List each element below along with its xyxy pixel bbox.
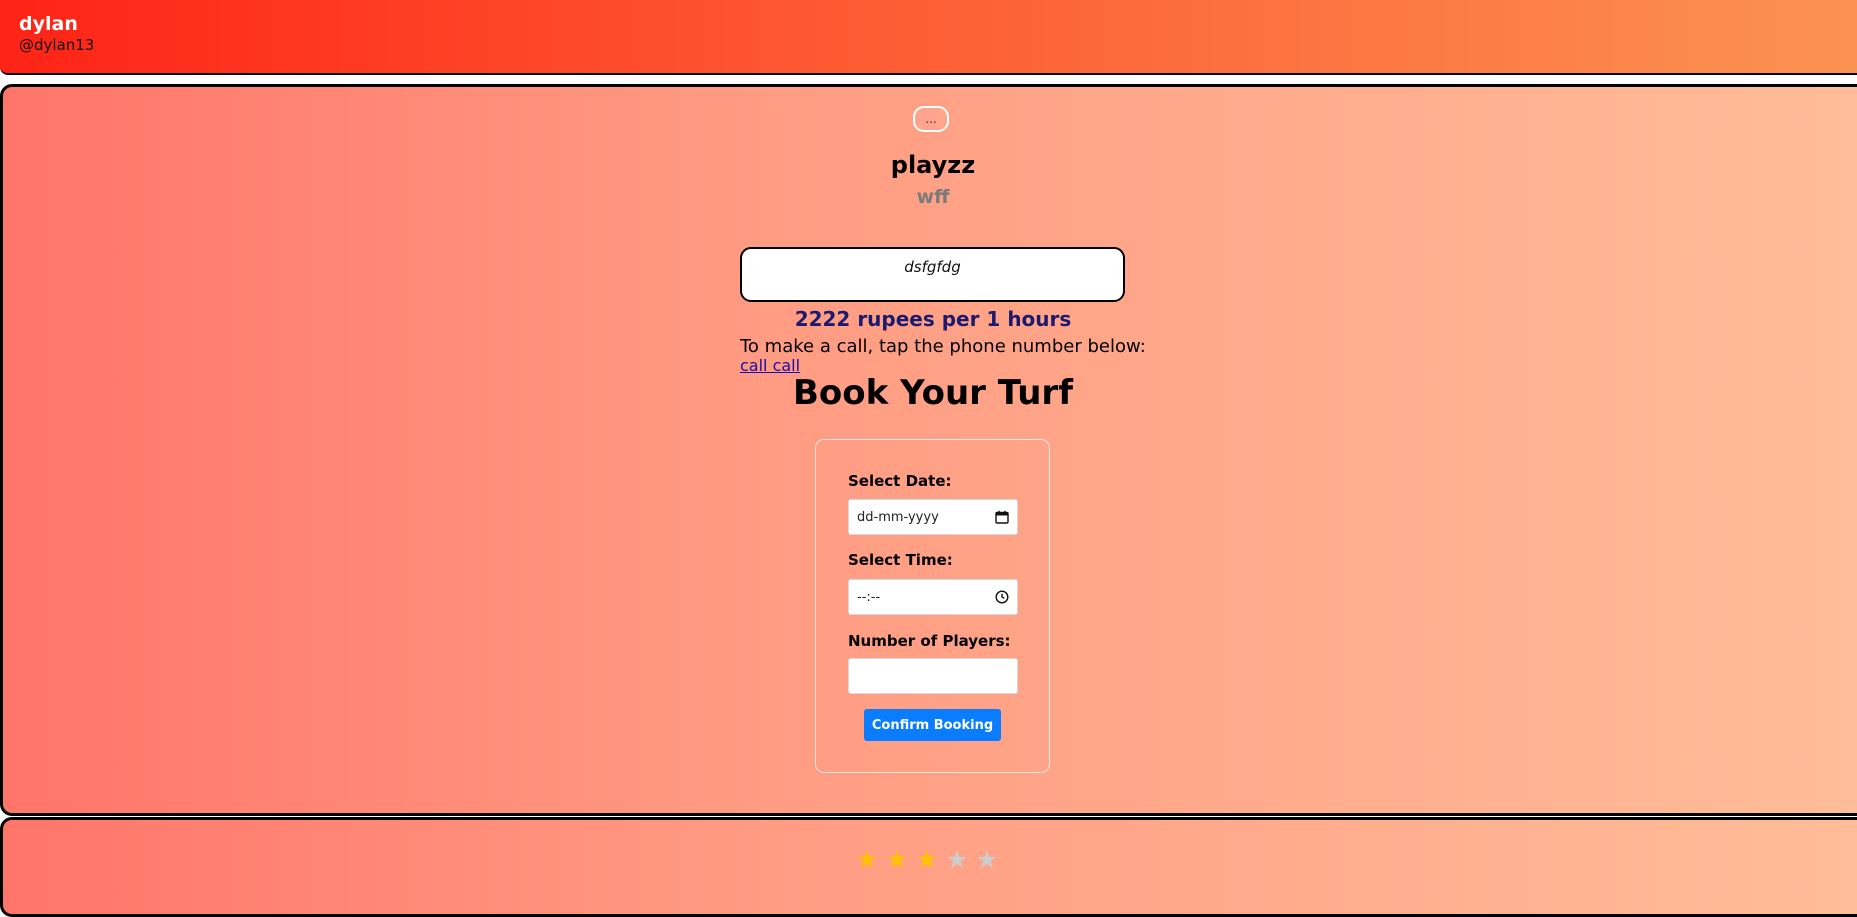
top-header: dylan @dylan13 xyxy=(0,0,1857,75)
user-handle: @dylan13 xyxy=(19,36,95,54)
date-placeholder: dd-mm-yyyy xyxy=(857,509,939,525)
clock-icon[interactable] xyxy=(995,590,1009,604)
star-icon[interactable]: ★ xyxy=(975,845,999,875)
date-label: Select Date: xyxy=(848,472,952,490)
image-alt-text: ... xyxy=(925,112,937,126)
players-label: Number of Players: xyxy=(848,632,1011,650)
star-rating[interactable]: ★ ★ ★ ★ ★ xyxy=(855,845,999,875)
star-icon[interactable]: ★ xyxy=(915,845,939,875)
star-icon[interactable]: ★ xyxy=(945,845,969,875)
date-input[interactable]: dd-mm-yyyy xyxy=(848,499,1018,535)
star-icon[interactable]: ★ xyxy=(855,845,879,875)
turf-name: playzz xyxy=(890,151,976,179)
time-input[interactable]: --:-- xyxy=(848,579,1018,615)
user-name: dylan xyxy=(19,13,78,35)
calendar-icon[interactable] xyxy=(995,510,1009,524)
time-placeholder: --:-- xyxy=(857,589,881,605)
players-input[interactable] xyxy=(848,658,1018,694)
turf-description: dsfgfdg xyxy=(904,258,961,276)
time-label: Select Time: xyxy=(848,551,953,569)
call-hint: To make a call, tap the phone number bel… xyxy=(740,336,1146,357)
turf-subtitle: wff xyxy=(916,186,950,208)
confirm-booking-button[interactable]: Confirm Booking xyxy=(864,709,1001,741)
booking-title: Book Your Turf xyxy=(793,373,1073,413)
turf-image-broken: ... xyxy=(913,106,949,132)
star-icon[interactable]: ★ xyxy=(885,845,909,875)
price-text: 2222 rupees per 1 hours xyxy=(794,307,1072,331)
turf-description-box: dsfgfdg xyxy=(740,247,1125,302)
